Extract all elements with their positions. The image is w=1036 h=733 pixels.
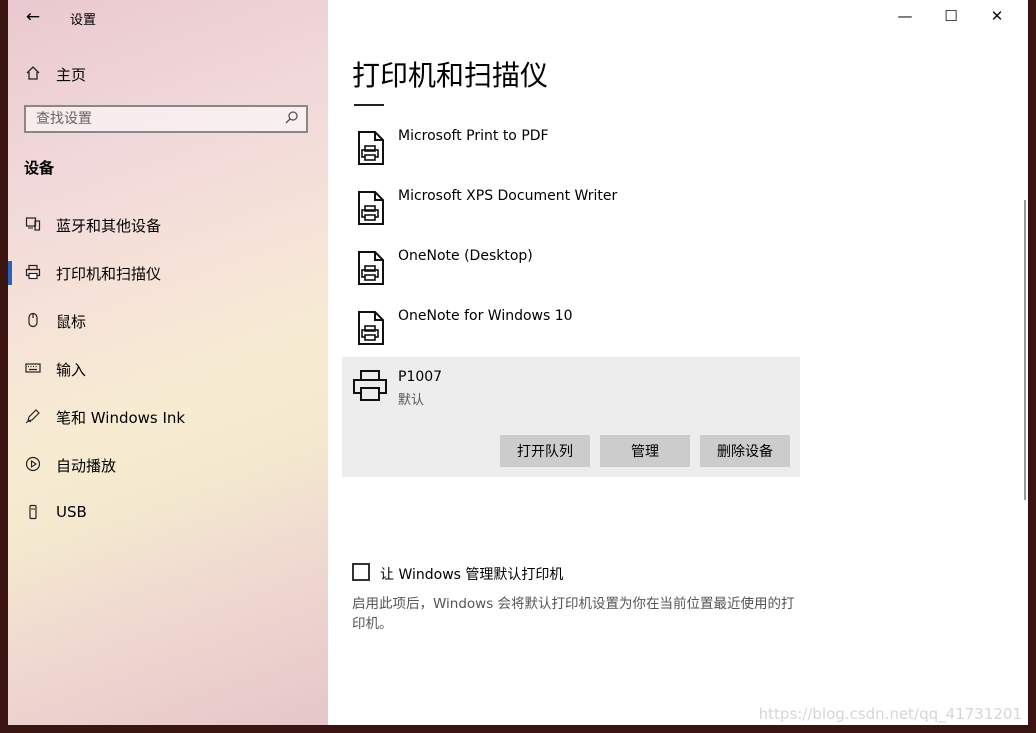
settings-window: ← 设置 主页 设备 蓝牙和其他设备 打印: [8, 0, 1028, 725]
title-bar-left: ← 设置: [8, 0, 328, 34]
default-printer-option[interactable]: 让 Windows 管理默认打印机: [352, 563, 852, 585]
printer-name: Microsoft Print to PDF: [398, 128, 549, 144]
sidebar-item-label: 自动播放: [56, 457, 117, 475]
sidebar-item-autoplay[interactable]: 自动播放: [8, 447, 328, 483]
mouse-icon: [24, 312, 42, 330]
printer-item[interactable]: Microsoft XPS Document Writer: [352, 180, 802, 238]
sidebar-item-label: 鼠标: [56, 313, 87, 331]
page-title: 打印机和扫描仪: [352, 59, 549, 92]
nav-home-label: 主页: [56, 66, 87, 84]
default-printer-description: 启用此项后，Windows 会将默认打印机设置为你在当前位置最近使用的打印机。: [352, 596, 795, 632]
default-printer-checkbox-label: 让 Windows 管理默认打印机: [380, 567, 564, 583]
printer-icon: [352, 369, 388, 403]
sidebar-item-label: 打印机和扫描仪: [56, 265, 162, 283]
printer-item[interactable]: Microsoft Print to PDF: [352, 120, 802, 178]
sidebar-item-label: 笔和 Windows Ink: [56, 409, 186, 427]
back-button[interactable]: ←: [22, 6, 44, 28]
list-scroll-indicator: [354, 98, 384, 106]
printer-document-icon: [356, 190, 386, 226]
printer-name: P1007: [398, 369, 443, 385]
search-icon[interactable]: [284, 110, 300, 126]
sidebar-item-bluetooth[interactable]: 蓝牙和其他设备: [8, 207, 328, 243]
section-title: 设备: [24, 159, 55, 177]
printer-name: OneNote (Desktop): [398, 248, 533, 264]
printer-name: Microsoft XPS Document Writer: [398, 188, 618, 204]
nav-home[interactable]: 主页: [8, 58, 328, 90]
sidebar-item-printers[interactable]: 打印机和扫描仪: [8, 255, 328, 291]
bluetooth-devices-icon: [24, 216, 42, 234]
printer-item[interactable]: OneNote for Windows 10: [352, 300, 802, 358]
printer-item-selected[interactable]: P1007 默认 打开队列 管理 删除设备: [342, 357, 800, 477]
watermark: https://blog.csdn.net/qq_41731201: [758, 705, 1022, 723]
home-icon: [24, 65, 42, 83]
printer-name: OneNote for Windows 10: [398, 308, 573, 324]
sidebar-item-usb[interactable]: USB: [8, 495, 328, 531]
open-queue-button[interactable]: 打开队列: [500, 435, 590, 467]
search-box[interactable]: [24, 105, 308, 133]
remove-device-button[interactable]: 删除设备: [700, 435, 790, 467]
app-title: 设置: [70, 13, 97, 28]
pen-icon: [24, 408, 42, 426]
printer-item[interactable]: OneNote (Desktop): [352, 240, 802, 298]
back-arrow-icon: ←: [25, 7, 41, 27]
sidebar-item-pen[interactable]: 笔和 Windows Ink: [8, 399, 328, 435]
printer-document-icon: [356, 130, 386, 166]
sidebar-item-mouse[interactable]: 鼠标: [8, 303, 328, 339]
scrollbar[interactable]: [1024, 200, 1026, 500]
main-content: 打印机和扫描仪 Microsoft Print to PDF Microsoft…: [328, 0, 1028, 725]
manage-button[interactable]: 管理: [600, 435, 690, 467]
autoplay-icon: [24, 456, 42, 474]
printer-document-icon: [356, 310, 386, 346]
sidebar: ← 设置 主页 设备 蓝牙和其他设备 打印: [8, 0, 328, 725]
sidebar-item-label: 输入: [56, 361, 87, 379]
printer-icon: [24, 264, 42, 282]
sidebar-item-typing[interactable]: 输入: [8, 351, 328, 387]
keyboard-icon: [24, 360, 42, 378]
sidebar-item-label: USB: [56, 503, 87, 521]
printer-document-icon: [356, 250, 386, 286]
search-input[interactable]: [26, 107, 286, 131]
default-printer-checkbox[interactable]: [352, 563, 370, 581]
usb-icon: [24, 504, 42, 522]
printer-default-status: 默认: [398, 393, 425, 408]
sidebar-item-label: 蓝牙和其他设备: [56, 217, 162, 235]
